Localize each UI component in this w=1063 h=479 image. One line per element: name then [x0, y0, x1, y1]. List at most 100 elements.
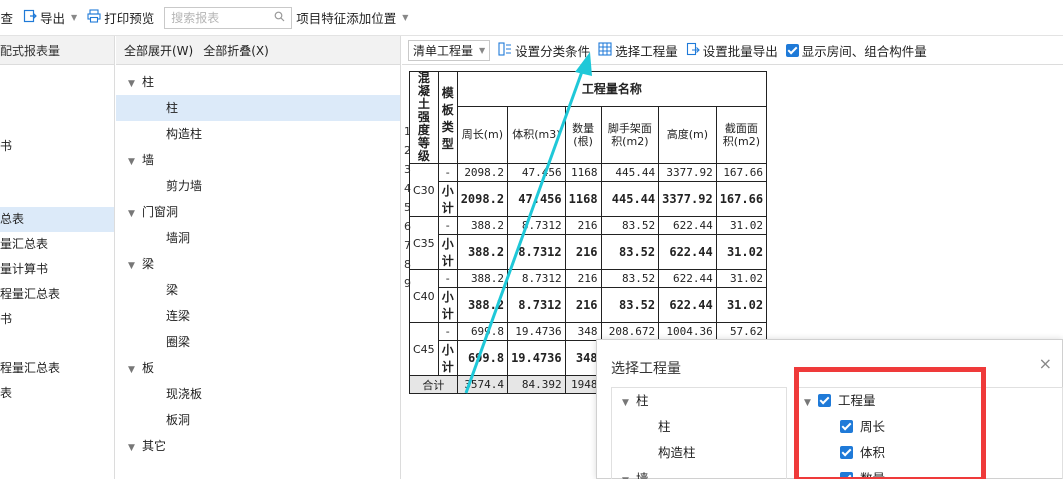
- table-row[interactable]: C30-2098.2 47.456 1168 445.44 3377.92 167.66: [409, 163, 768, 217]
- left-item-qty-summary[interactable]: 程量汇总表: [0, 232, 114, 257]
- add-feature-position-dropdown[interactable]: 项目特征添加位置 ▼: [296, 8, 408, 27]
- dialog-qty-item-0[interactable]: ▼ 工程量: [796, 388, 1062, 414]
- dialog-qty-item-2[interactable]: 体积: [796, 440, 1062, 466]
- chevron-down-icon[interactable]: ▼: [622, 390, 636, 416]
- collapse-all-button[interactable]: 全部折叠(X): [203, 42, 269, 59]
- left-item-work-qty-summary[interactable]: 工程量汇总表: [0, 282, 114, 307]
- grade-cell: C35: [409, 216, 439, 270]
- chevron-down-icon[interactable]: ▼: [128, 201, 142, 227]
- search-icon[interactable]: [274, 11, 285, 25]
- dialog-tree-item-3[interactable]: ▼墙: [612, 466, 786, 479]
- checkbox-checked-icon[interactable]: [840, 420, 853, 433]
- chevron-down-icon[interactable]: ▼: [128, 71, 142, 97]
- expand-all-button[interactable]: 全部展开(W): [124, 42, 193, 59]
- tree-item-11[interactable]: ▼ 板: [116, 355, 400, 381]
- list-qty-dropdown[interactable]: 清单工程量 ▼: [408, 39, 491, 61]
- checkbox-checked-icon[interactable]: [840, 472, 853, 479]
- select-qty-dialog: 选择工程量 × ▼柱柱构造柱▼墙 ▼工程量周长体积数量: [596, 339, 1063, 479]
- value-cell: 699.8: [456, 340, 509, 376]
- left-item-work-qty-summary-2[interactable]: 工程量汇总表: [0, 356, 114, 381]
- table-row[interactable]: 小计 2098.2 47.456 1168 445.44 3377.92 167.66: [410, 181, 768, 217]
- close-icon[interactable]: ×: [1039, 354, 1052, 373]
- tree-item-3[interactable]: ▼ 墙: [116, 147, 400, 173]
- tree-item-4[interactable]: 剪力墙: [116, 173, 400, 199]
- value-cell: 1168: [564, 163, 602, 182]
- print-preview-button[interactable]: 打印预览: [87, 8, 154, 27]
- select-qty-button[interactable]: 选择工程量: [598, 41, 678, 60]
- left-item-qty-calc-book[interactable]: 程量计算书: [0, 257, 114, 282]
- export-button[interactable]: 导出 ▼: [23, 8, 77, 27]
- dialog-tree-item-2[interactable]: 构造柱: [612, 440, 786, 466]
- tree-item-label: 圈梁: [166, 335, 191, 349]
- dialog-tree-item-0[interactable]: ▼ 柱: [612, 388, 786, 414]
- table-row[interactable]: C40-388.2 8.7312 216 83.52 622.44 31.02: [409, 269, 768, 323]
- chevron-down-icon[interactable]: ▼: [128, 253, 142, 279]
- tree-item-2[interactable]: 构造柱: [116, 121, 400, 147]
- report-search-input[interactable]: 搜索报表: [164, 6, 293, 29]
- print-preview-label: 打印预览: [104, 11, 155, 26]
- tree-item-label: 墙洞: [166, 231, 191, 245]
- value-cell: 57.62: [715, 322, 768, 341]
- chevron-down-icon[interactable]: ▼: [128, 149, 142, 175]
- value-cell: 388.2: [456, 216, 509, 235]
- tree-item-label: 梁: [142, 257, 155, 271]
- value-cell: 19.4736: [507, 340, 566, 376]
- left-item-calc-book[interactable]: 算书: [0, 134, 114, 159]
- tree-item-0[interactable]: ▼ 柱: [116, 69, 400, 95]
- left-item-summary[interactable]: 汇总表: [0, 207, 114, 232]
- table-row[interactable]: C35-388.2 8.7312 216 83.52 622.44 31.02: [409, 216, 768, 270]
- check-button[interactable]: 反查: [0, 8, 13, 27]
- tree-item-5[interactable]: ▼ 门窗洞: [116, 199, 400, 225]
- dialog-qty-item-1[interactable]: 周长: [796, 414, 1062, 440]
- left-item-calc-book-2[interactable]: 算书: [0, 307, 114, 332]
- left-item-total[interactable]: 总表: [0, 381, 114, 406]
- tree-item-12[interactable]: 现浇板: [116, 381, 400, 407]
- value-cell: 216: [564, 269, 602, 288]
- add-feature-label: 项目特征添加位置: [296, 11, 397, 26]
- table-row[interactable]: 小计 388.2 8.7312 216 83.52 622.44 31.02: [410, 287, 768, 323]
- tree-item-label: 柱: [166, 101, 179, 115]
- chevron-down-icon: ▼: [71, 13, 78, 22]
- dialog-qty-item-3[interactable]: 数量: [796, 466, 1062, 479]
- dialog-qty-tree: ▼ 工程量 周长 体积 数量: [795, 387, 1063, 479]
- tree-item-label: 其它: [142, 439, 167, 453]
- checkbox-checked-icon[interactable]: [818, 394, 831, 407]
- batch-export-button[interactable]: 设置批量导出: [686, 41, 778, 60]
- tree-item-label: 板洞: [166, 413, 191, 427]
- tree-item-6[interactable]: 墙洞: [116, 225, 400, 251]
- value-cell: 47.456: [507, 181, 566, 217]
- col-header-3: 脚手架面积(m2): [600, 105, 660, 164]
- type-cell: 小计: [437, 287, 458, 323]
- table-row[interactable]: C45-699.8 19.4736 348 208.672 1004.36 57.62: [409, 322, 768, 376]
- table-row[interactable]: 小计 388.2 8.7312 216 83.52 622.44 31.02: [410, 234, 768, 270]
- chevron-down-icon[interactable]: ▼: [128, 435, 142, 461]
- tree-item-9[interactable]: 连梁: [116, 303, 400, 329]
- checkbox-checked-icon[interactable]: [840, 446, 853, 459]
- col-header-group: 工程量名称: [456, 71, 768, 107]
- col-header-5: 截面面积(m2): [715, 105, 768, 164]
- tree-item-10[interactable]: 圈梁: [116, 329, 400, 355]
- tab-prefab-report[interactable]: 装配式报表量: [0, 36, 114, 65]
- value-cell: 83.52: [600, 234, 660, 270]
- tree-item-7[interactable]: ▼ 梁: [116, 251, 400, 277]
- grade-cell: C30: [409, 163, 439, 217]
- value-cell: 8.7312: [507, 287, 566, 323]
- chevron-down-icon[interactable]: ▼: [804, 390, 818, 416]
- value-cell: 388.2: [456, 287, 509, 323]
- chevron-down-icon[interactable]: ▼: [622, 468, 636, 479]
- chevron-down-icon[interactable]: ▼: [128, 357, 142, 383]
- tree-item-13[interactable]: 板洞: [116, 407, 400, 433]
- value-cell: 445.44: [600, 181, 660, 217]
- tree-item-14[interactable]: ▼ 其它: [116, 433, 400, 459]
- total-value-cell: 3574.4: [456, 375, 509, 394]
- show-room-checkbox[interactable]: 显示房间、组合构件量: [785, 41, 927, 60]
- set-category-button[interactable]: 设置分类条件: [498, 41, 590, 60]
- left-item-more[interactable]: 导: [0, 406, 114, 431]
- tree-item-8[interactable]: 梁: [116, 277, 400, 303]
- batch-export-icon: [686, 42, 700, 59]
- check-label: 反查: [0, 11, 14, 26]
- tree-item-1[interactable]: 柱: [116, 95, 400, 121]
- dialog-tree-item-1[interactable]: 柱: [612, 414, 786, 440]
- set-category-label: 设置分类条件: [515, 43, 591, 59]
- type-cell: -: [437, 163, 458, 182]
